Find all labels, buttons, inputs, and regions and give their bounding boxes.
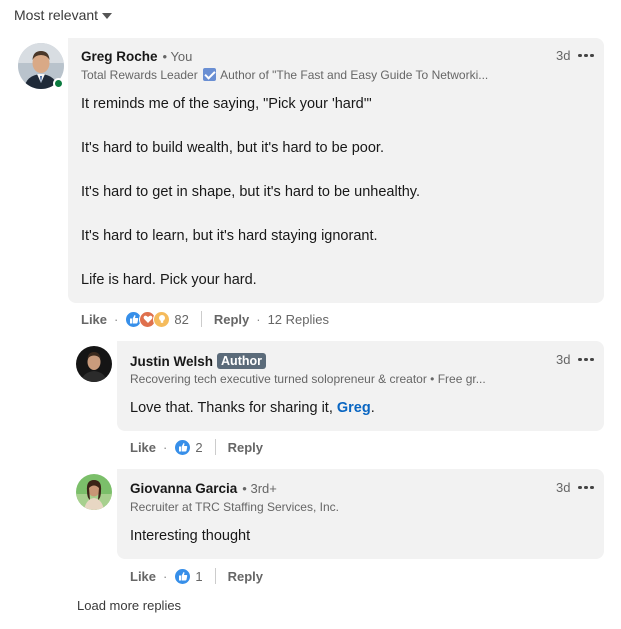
like-button[interactable]: Like bbox=[81, 312, 107, 327]
separator-dot: · bbox=[256, 311, 261, 327]
comment-actions: Like · 82 Reply · 12 Replies bbox=[81, 309, 329, 329]
reply-button[interactable]: Reply bbox=[228, 569, 263, 584]
comment-line-1: It reminds me of the saying, "Pick your … bbox=[81, 96, 372, 112]
reply-timestamp: 3d bbox=[556, 352, 571, 367]
reactions-summary[interactable]: 2 bbox=[174, 438, 203, 456]
comment-line-3: It's hard to get in shape, but it's hard… bbox=[81, 184, 420, 200]
author-badge: Author bbox=[217, 353, 266, 369]
reply-button[interactable]: Reply bbox=[214, 312, 249, 327]
reply-text-before: Love that. Thanks for sharing it, bbox=[130, 400, 337, 416]
separator-dot: · bbox=[163, 568, 168, 584]
divider bbox=[200, 311, 202, 327]
reply-meta: 3d bbox=[556, 480, 594, 495]
mention-link[interactable]: Greg bbox=[337, 400, 371, 416]
separator-dot: · bbox=[163, 439, 168, 455]
lightbulb-reaction-icon bbox=[153, 310, 171, 328]
reply-timestamp: 3d bbox=[556, 480, 571, 495]
reply-actions: Like · 2 Reply bbox=[130, 437, 263, 457]
avatar-giovanna-garcia[interactable] bbox=[76, 474, 112, 510]
reactions-summary[interactable]: 1 bbox=[174, 567, 203, 585]
comment-line-5: Life is hard. Pick your hard. bbox=[81, 272, 257, 288]
reply-author-line: Justin Welsh Author bbox=[130, 353, 266, 369]
reaction-count: 82 bbox=[174, 311, 189, 327]
connection-degree: • 3rd+ bbox=[242, 481, 277, 496]
reply-text: Interesting thought bbox=[130, 528, 251, 544]
divider bbox=[214, 568, 216, 584]
reply-meta: 3d bbox=[556, 352, 594, 367]
thumbs-up-reaction-icon bbox=[174, 567, 192, 585]
sort-dropdown[interactable]: Most relevant bbox=[14, 7, 113, 23]
thumbs-up-reaction-icon bbox=[174, 438, 192, 456]
divider bbox=[214, 439, 216, 455]
comment-timestamp: 3d bbox=[556, 48, 571, 63]
like-button[interactable]: Like bbox=[130, 569, 156, 584]
headline-role: Total Rewards Leader bbox=[81, 68, 198, 82]
like-button[interactable]: Like bbox=[130, 440, 156, 455]
online-status-indicator bbox=[53, 78, 64, 89]
comment-author-name[interactable]: Greg Roche bbox=[81, 49, 158, 64]
reply-author-name[interactable]: Justin Welsh bbox=[130, 354, 213, 369]
more-options-icon[interactable] bbox=[578, 485, 594, 490]
view-replies-link[interactable]: 12 Replies bbox=[268, 312, 329, 327]
more-options-icon[interactable] bbox=[578, 357, 594, 362]
reply-author-headline: Recruiter at TRC Staffing Services, Inc. bbox=[130, 500, 339, 514]
checkbox-icon bbox=[203, 68, 217, 81]
reaction-count: 2 bbox=[195, 439, 203, 455]
reactions-summary[interactable]: 82 bbox=[125, 310, 189, 328]
reply-author-line: Giovanna Garcia • 3rd+ bbox=[130, 481, 277, 496]
comment-author-headline: Total Rewards Leader Author of "The Fast… bbox=[81, 68, 541, 82]
headline-rest: Author of "The Fast and Easy Guide To Ne… bbox=[220, 68, 489, 82]
reply-author-headline: Recovering tech executive turned solopre… bbox=[130, 372, 486, 386]
reply-text: Love that. Thanks for sharing it, Greg. bbox=[130, 398, 375, 418]
comment-meta: 3d bbox=[556, 48, 594, 63]
sort-label: Most relevant bbox=[14, 7, 99, 23]
comment-line-4: It's hard to learn, but it's hard stayin… bbox=[81, 228, 378, 244]
caret-down-icon bbox=[102, 12, 113, 19]
more-options-icon[interactable] bbox=[578, 53, 594, 58]
comment-line-2: It's hard to build wealth, but it's hard… bbox=[81, 140, 384, 156]
reaction-count: 1 bbox=[195, 568, 203, 584]
separator-dot: · bbox=[114, 311, 119, 327]
comment-author-line: Greg Roche • You bbox=[81, 49, 192, 64]
reply-button[interactable]: Reply bbox=[228, 440, 263, 455]
reply-actions: Like · 1 Reply bbox=[130, 566, 263, 586]
reply-author-name[interactable]: Giovanna Garcia bbox=[130, 481, 237, 496]
load-more-replies-link[interactable]: Load more replies bbox=[77, 598, 181, 613]
reply-text-after: . bbox=[370, 400, 375, 416]
avatar-justin-welsh[interactable] bbox=[76, 346, 112, 382]
comment-author-relation: • You bbox=[162, 49, 193, 64]
